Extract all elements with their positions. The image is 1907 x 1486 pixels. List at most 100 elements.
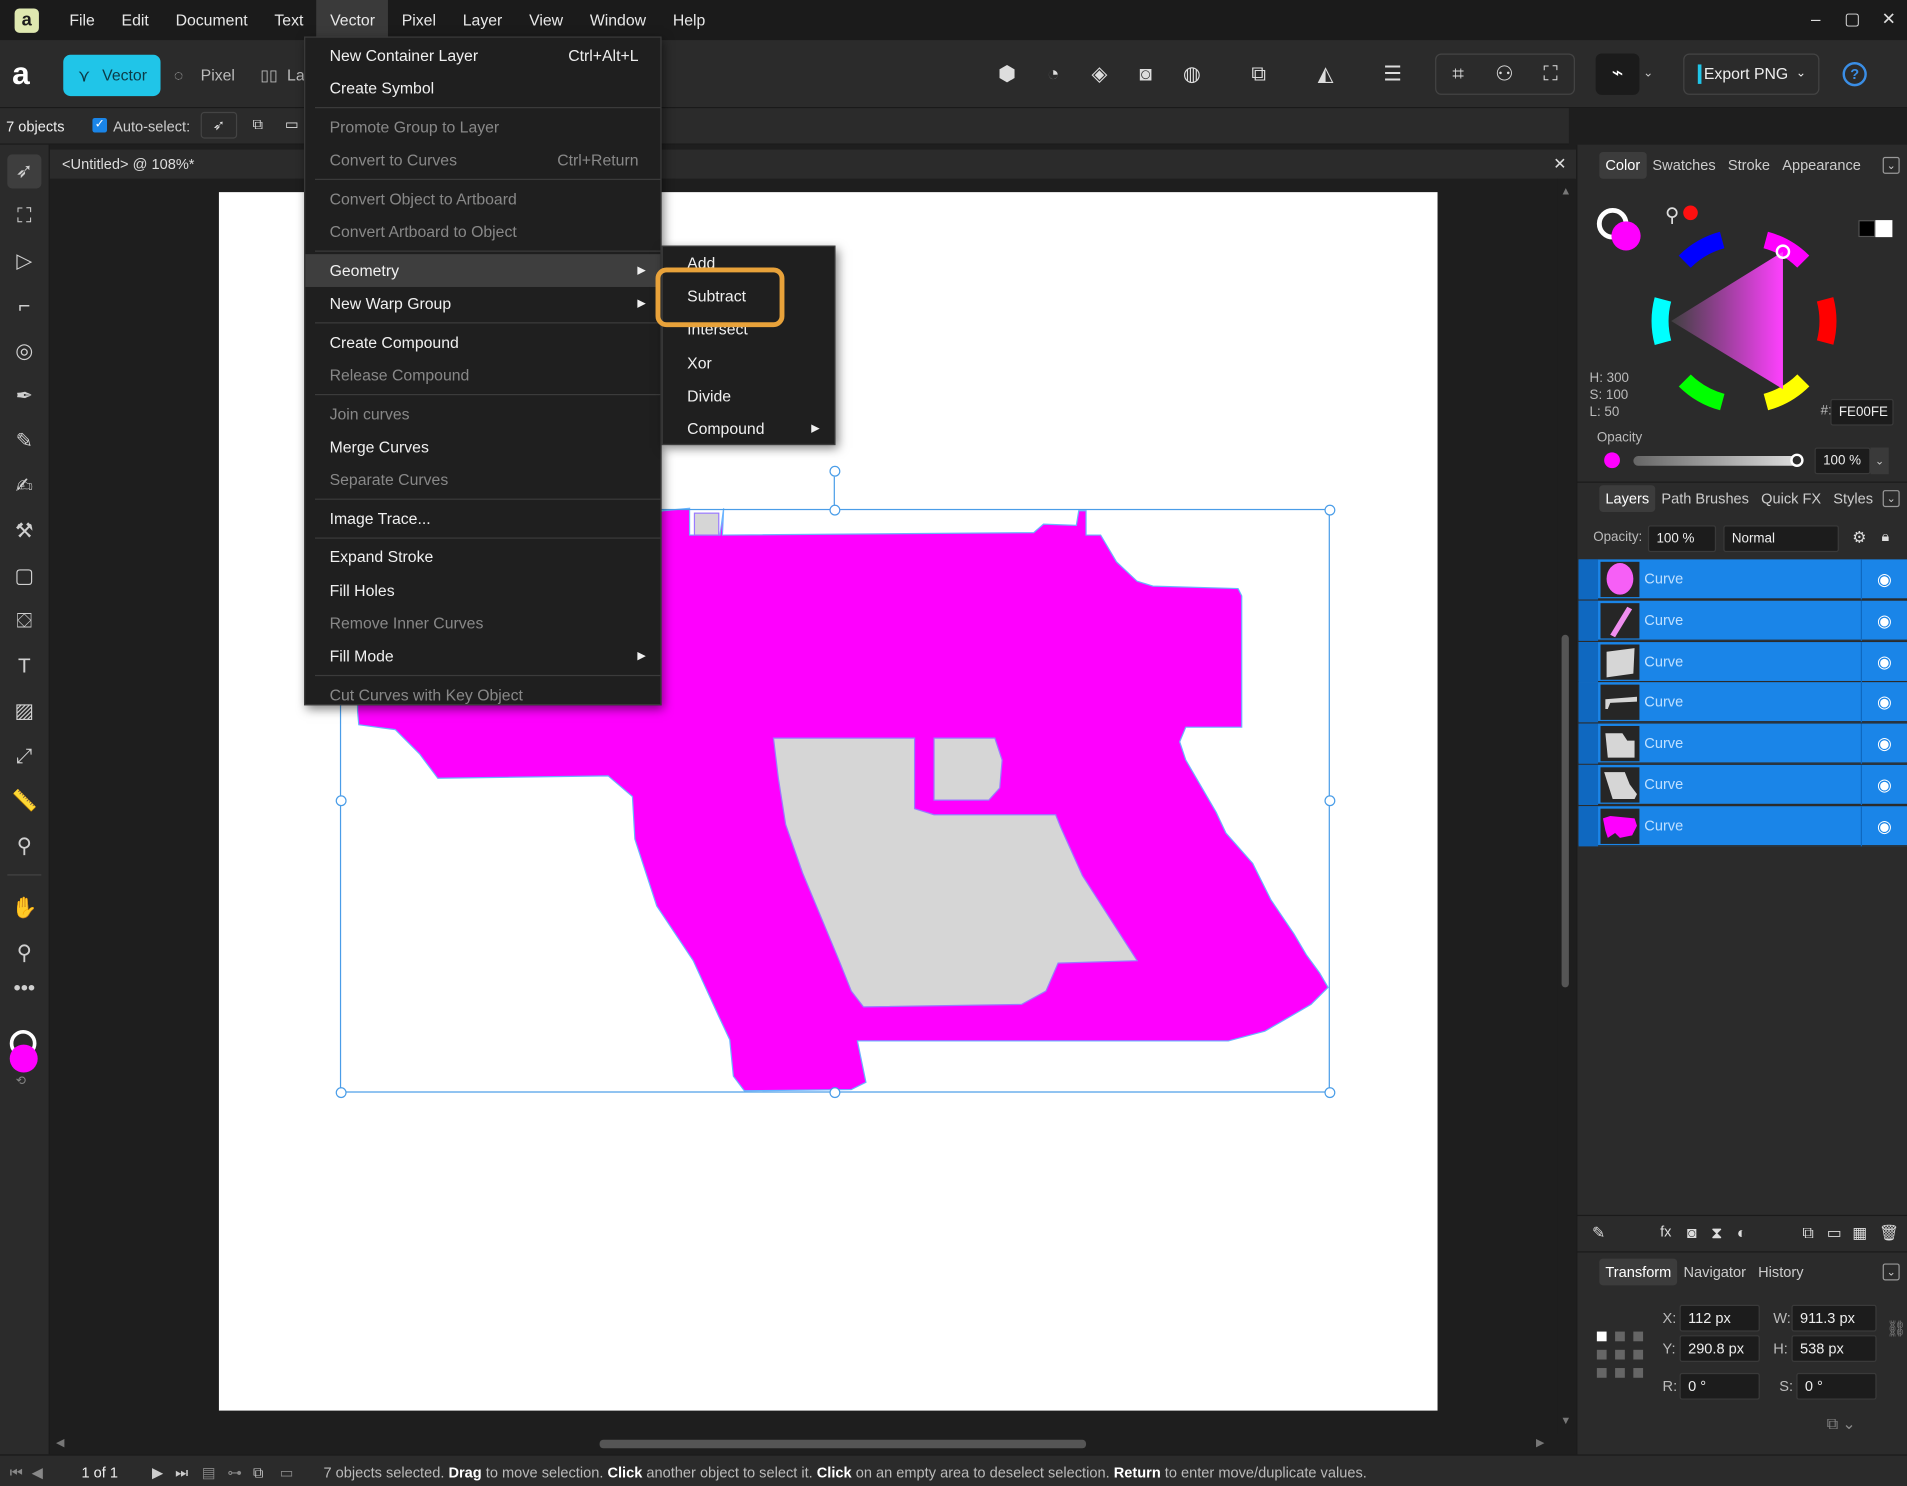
- fx-icon[interactable]: fx: [1660, 1223, 1671, 1240]
- layer-opacity-input[interactable]: 100 %: [1647, 525, 1717, 553]
- layer-row[interactable]: Curve ◉: [1578, 723, 1907, 764]
- link-icon[interactable]: ⊶: [227, 1456, 242, 1486]
- horizontal-scroll-thumb[interactable]: [599, 1439, 1087, 1449]
- tab-color[interactable]: Color: [1599, 152, 1647, 179]
- menu-item-geometry[interactable]: Geometry ▶: [305, 253, 661, 287]
- layer-row[interactable]: Curve ◉: [1578, 682, 1907, 723]
- eyedropper-icon[interactable]: ⚲: [1665, 203, 1679, 227]
- tab-quick-fx[interactable]: Quick FX: [1755, 485, 1827, 512]
- menu-item-create-symbol[interactable]: Create Symbol: [305, 72, 660, 105]
- prev-page-icon[interactable]: ◀: [32, 1456, 43, 1486]
- collapse-icon[interactable]: ⌄: [1882, 1263, 1900, 1281]
- close-window-icon[interactable]: ✕: [1871, 0, 1907, 40]
- white-swatch[interactable]: [1875, 220, 1893, 238]
- eye-icon[interactable]: ◉: [1860, 682, 1907, 723]
- pistol-artwork[interactable]: [0, 0, 1576, 1454]
- edit-layer-icon[interactable]: ✎: [1592, 1223, 1605, 1242]
- next-page-icon[interactable]: ▶: [152, 1456, 163, 1486]
- mask-icon[interactable]: ◙: [1687, 1223, 1697, 1241]
- minimize-icon[interactable]: –: [1798, 0, 1834, 40]
- snapping-toggle-icon[interactable]: ⌁: [1595, 53, 1640, 95]
- group-icon[interactable]: ⧉: [1802, 1223, 1813, 1242]
- opacity-input[interactable]: 100 %: [1814, 447, 1871, 475]
- menu-item-create-compound[interactable]: Create Compound: [305, 325, 660, 358]
- layer-row[interactable]: Curve ◉: [1578, 600, 1907, 641]
- chevron-down-icon[interactable]: ⌄: [1643, 61, 1653, 88]
- layer-row[interactable]: Curve ◉: [1578, 805, 1907, 847]
- color-fill-swatch[interactable]: [1611, 221, 1641, 251]
- scroll-down-icon[interactable]: ▼: [1560, 1414, 1571, 1426]
- tab-appearance[interactable]: Appearance: [1776, 152, 1867, 179]
- eye-icon[interactable]: ◉: [1860, 600, 1907, 641]
- lock-ratio-icon[interactable]: ⛓: [1886, 1319, 1906, 1338]
- x-input[interactable]: 112 px: [1679, 1304, 1760, 1332]
- layer-row[interactable]: Curve ◉: [1578, 641, 1907, 682]
- selection-handle-t[interactable]: [829, 504, 841, 516]
- trash-icon[interactable]: 🗑︎: [1879, 1223, 1899, 1242]
- vertical-scroll-thumb[interactable]: [1561, 634, 1569, 988]
- adjustment-icon[interactable]: ⧗: [1711, 1223, 1722, 1242]
- menu-item-fill-mode[interactable]: Fill Mode ▶: [305, 640, 660, 673]
- tab-path-brushes[interactable]: Path Brushes: [1655, 485, 1755, 512]
- menu-item-merge-curves[interactable]: Merge Curves: [305, 430, 660, 463]
- layer-lock-icon[interactable]: [1578, 641, 1599, 682]
- vertical-scrollbar[interactable]: ▲ ▼: [1557, 178, 1575, 1434]
- scroll-up-icon[interactable]: ▲: [1560, 185, 1571, 197]
- selection-handle-l[interactable]: [335, 795, 347, 807]
- maximize-icon[interactable]: ▢: [1834, 0, 1870, 40]
- export-png-button[interactable]: Export PNG ⌄: [1683, 53, 1820, 95]
- menu-item-image-trace[interactable]: Image Trace...: [305, 502, 660, 535]
- geometry-xor[interactable]: Xor: [663, 346, 834, 379]
- black-swatch[interactable]: [1858, 220, 1876, 238]
- layer-lock-icon[interactable]: [1578, 559, 1599, 600]
- tab-layers[interactable]: Layers: [1599, 485, 1656, 512]
- layer-lock-icon[interactable]: [1578, 764, 1599, 806]
- tab-stroke[interactable]: Stroke: [1722, 152, 1776, 179]
- layer-lock-icon[interactable]: [1578, 805, 1599, 847]
- eye-icon[interactable]: ◉: [1860, 641, 1907, 682]
- eye-icon[interactable]: ◉: [1860, 764, 1907, 806]
- rotation-handle[interactable]: [829, 465, 841, 477]
- w-input[interactable]: 911.3 px: [1791, 1304, 1877, 1332]
- menu-item-remove-inner-curves[interactable]: Remove Inner Curves: [305, 606, 660, 639]
- y-input[interactable]: 290.8 px: [1679, 1335, 1760, 1362]
- selection-handle-br[interactable]: [1324, 1087, 1336, 1099]
- copy-page-icon[interactable]: ⧉: [253, 1456, 263, 1486]
- layer-row[interactable]: Curve ◉: [1578, 764, 1907, 806]
- tab-transform[interactable]: Transform: [1599, 1258, 1678, 1286]
- opacity-slider[interactable]: [1633, 456, 1798, 466]
- menu-item-release-compound[interactable]: Release Compound: [305, 358, 660, 391]
- blend-mode-select[interactable]: Normal: [1723, 525, 1839, 553]
- rotation-input[interactable]: 0 °: [1679, 1372, 1760, 1400]
- layer-lock-icon[interactable]: [1578, 723, 1599, 764]
- chevron-down-icon[interactable]: ⌄: [1870, 447, 1889, 475]
- shear-input[interactable]: 0 °: [1796, 1372, 1877, 1400]
- selection-handle-b[interactable]: [829, 1087, 841, 1099]
- anchor-grid[interactable]: [1596, 1330, 1645, 1379]
- tab-history[interactable]: History: [1752, 1259, 1810, 1286]
- selection-handle-tr[interactable]: [1324, 504, 1336, 516]
- menu-item-separate-curves[interactable]: Separate Curves: [305, 463, 660, 496]
- menu-item-join-curves[interactable]: Join curves: [305, 397, 660, 430]
- tab-navigator[interactable]: Navigator: [1677, 1259, 1752, 1286]
- scroll-left-icon[interactable]: ◀: [56, 1436, 64, 1449]
- horizontal-scrollbar[interactable]: ◀ ▶: [49, 1433, 1558, 1455]
- eye-icon[interactable]: ◉: [1860, 805, 1907, 847]
- hex-input[interactable]: FE00FE: [1830, 398, 1894, 426]
- last-page-icon[interactable]: ⏭: [175, 1456, 188, 1486]
- collapse-icon[interactable]: ⌄: [1882, 156, 1900, 174]
- menu-item-convert-to-curves[interactable]: Convert to Curves Ctrl+Return: [305, 144, 660, 177]
- menu-item-cut-curves-with-key-object[interactable]: Cut Curves with Key Object: [305, 678, 660, 711]
- delete-page-icon[interactable]: ▭: [280, 1456, 294, 1486]
- selection-handle-r[interactable]: [1324, 795, 1336, 807]
- layer-lock-icon[interactable]: [1578, 682, 1599, 723]
- live-filter-icon[interactable]: ◐: [1737, 1223, 1747, 1241]
- menu-item-convert-artboard-to-object[interactable]: Convert Artboard to Object: [305, 215, 660, 248]
- scroll-right-icon[interactable]: ▶: [1536, 1436, 1544, 1449]
- first-page-icon[interactable]: ⏮: [10, 1456, 23, 1486]
- menu-item-expand-stroke[interactable]: Expand Stroke: [305, 540, 660, 573]
- lock-icon[interactable]: 🔒︎: [1881, 528, 1889, 546]
- gear-icon[interactable]: ⚙: [1852, 528, 1866, 547]
- menu-item-promote-group-to-layer[interactable]: Promote Group to Layer: [305, 111, 660, 144]
- h-input[interactable]: 538 px: [1791, 1335, 1877, 1362]
